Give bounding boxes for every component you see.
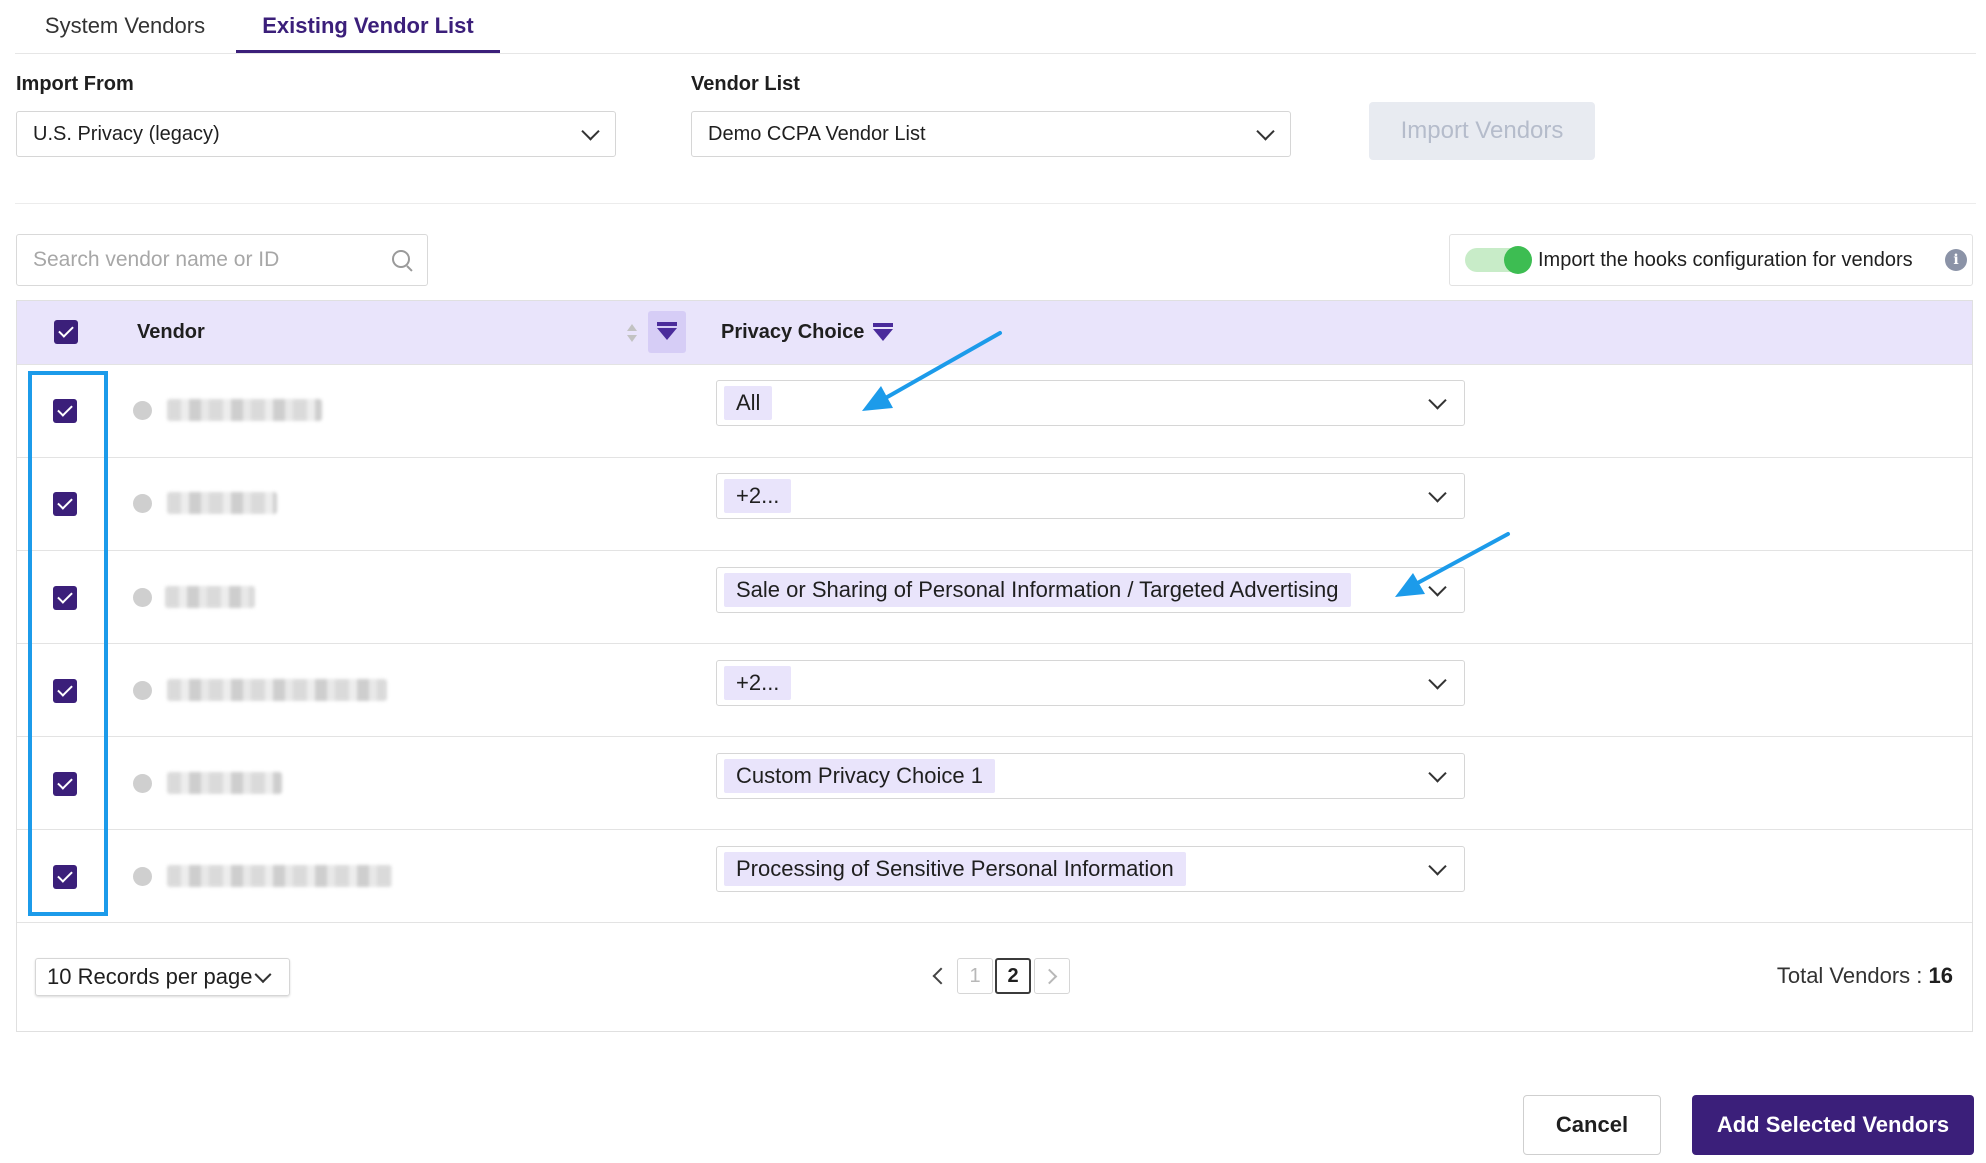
select-all-checkbox[interactable] xyxy=(54,320,78,344)
chevron-down-icon xyxy=(581,122,600,141)
status-dot-icon xyxy=(133,588,152,607)
chevron-down-icon xyxy=(1256,122,1275,141)
sort-icon[interactable] xyxy=(627,324,637,344)
status-dot-icon xyxy=(133,401,152,420)
row-divider xyxy=(17,829,1972,830)
tab-existing-vendor-list[interactable]: Existing Vendor List xyxy=(236,0,500,54)
chevron-down-icon xyxy=(1428,578,1447,597)
total-vendors-value: 16 xyxy=(1928,963,1953,988)
row-divider xyxy=(17,457,1972,458)
row-divider xyxy=(17,643,1972,644)
chevron-down-icon xyxy=(1428,391,1447,410)
privacy-choice-chip: All xyxy=(724,386,773,420)
privacy-choice-chip: Processing of Sensitive Personal Informa… xyxy=(724,852,1186,886)
tabs-divider xyxy=(15,53,1976,54)
chevron-down-icon xyxy=(1428,857,1447,876)
status-dot-icon xyxy=(133,681,152,700)
hooks-toggle-label: Import the hooks configuration for vendo… xyxy=(1538,249,1913,271)
row-divider xyxy=(17,922,1972,923)
records-per-page-value: 10 Records per page xyxy=(47,964,253,989)
status-dot-icon xyxy=(133,494,152,513)
privacy-choice-select[interactable]: +2... xyxy=(716,473,1465,519)
total-vendors-label: Total Vendors : xyxy=(1776,963,1923,988)
previous-page-icon[interactable] xyxy=(926,964,950,988)
vendor-name-redacted xyxy=(167,679,387,701)
next-page-icon[interactable] xyxy=(1034,958,1070,994)
vendor-column-header[interactable]: Vendor xyxy=(137,321,205,344)
filter-icon xyxy=(657,322,677,342)
tab-system-vendors[interactable]: System Vendors xyxy=(20,0,230,52)
import-from-value: U.S. Privacy (legacy) xyxy=(33,122,220,145)
page-button-1[interactable]: 1 xyxy=(957,958,993,994)
privacy-choice-select[interactable]: All xyxy=(716,380,1465,426)
add-selected-vendors-button[interactable]: Add Selected Vendors xyxy=(1692,1095,1974,1155)
privacy-choice-select[interactable]: +2... xyxy=(716,660,1465,706)
chevron-down-icon xyxy=(1428,484,1447,503)
privacy-choice-filter-icon[interactable] xyxy=(873,323,893,343)
status-dot-icon xyxy=(133,774,152,793)
search-input[interactable] xyxy=(16,234,428,286)
privacy-choice-select[interactable]: Processing of Sensitive Personal Informa… xyxy=(716,846,1465,892)
privacy-choice-chip: Custom Privacy Choice 1 xyxy=(724,759,995,793)
page-button-2[interactable]: 2 xyxy=(995,958,1031,994)
vendor-name-redacted xyxy=(167,399,322,421)
privacy-choice-select[interactable]: Custom Privacy Choice 1 xyxy=(716,753,1465,799)
import-from-select[interactable]: U.S. Privacy (legacy) xyxy=(16,111,616,157)
vendor-name-redacted xyxy=(167,772,282,794)
vendor-filter-button[interactable] xyxy=(648,311,686,353)
privacy-choice-select[interactable]: Sale or Sharing of Personal Information … xyxy=(716,567,1465,613)
info-icon[interactable]: i xyxy=(1945,249,1967,271)
vendor-list-value: Demo CCPA Vendor List xyxy=(708,122,926,145)
vendor-name-redacted xyxy=(167,492,277,514)
chevron-down-icon xyxy=(254,966,272,984)
total-vendors: Total Vendors : 16 xyxy=(1777,963,1953,989)
toggle-knob xyxy=(1504,246,1532,274)
import-from-label: Import From xyxy=(16,73,134,95)
privacy-choice-chip: +2... xyxy=(724,666,792,700)
table-header xyxy=(17,301,1972,364)
privacy-choice-column-header: Privacy Choice xyxy=(721,321,865,343)
checkbox-highlight-annotation xyxy=(28,371,108,916)
vendor-name-redacted xyxy=(167,865,392,887)
section-divider xyxy=(15,203,1976,204)
vendor-name-redacted xyxy=(165,586,255,608)
row-divider xyxy=(17,550,1972,551)
chevron-down-icon xyxy=(1428,671,1447,690)
cancel-button[interactable]: Cancel xyxy=(1523,1095,1661,1155)
row-divider xyxy=(17,364,1972,365)
import-vendors-button[interactable]: Import Vendors xyxy=(1369,102,1595,160)
search-icon xyxy=(392,250,410,268)
chevron-down-icon xyxy=(1428,764,1447,783)
privacy-choice-chip: Sale or Sharing of Personal Information … xyxy=(724,573,1351,607)
status-dot-icon xyxy=(133,867,152,886)
vendor-list-select[interactable]: Demo CCPA Vendor List xyxy=(691,111,1291,157)
row-divider xyxy=(17,736,1972,737)
records-per-page-select[interactable]: 10 Records per page xyxy=(35,958,290,996)
privacy-choice-chip: +2... xyxy=(724,479,792,513)
vendor-list-label: Vendor List xyxy=(691,73,800,95)
